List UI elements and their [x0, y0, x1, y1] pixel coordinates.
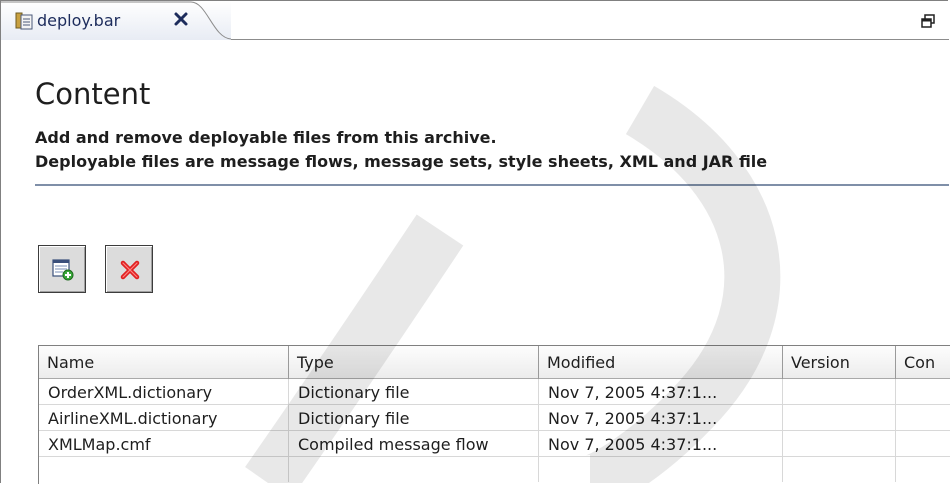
column-header-modified[interactable]: Modified: [539, 346, 783, 379]
cell-version[interactable]: [783, 431, 896, 456]
editor-tab-bar: deploy.bar: [1, 1, 949, 40]
cell-empty: [289, 457, 539, 482]
cell-empty: [39, 457, 289, 482]
table-row[interactable]: XMLMap.cmf Compiled message flow Nov 7, …: [39, 431, 950, 457]
archive-file-icon: [15, 12, 33, 30]
close-icon[interactable]: [173, 11, 189, 27]
table-row[interactable]: OrderXML.dictionary Dictionary file Nov …: [39, 379, 950, 405]
editor-frame: deploy.bar Content Add and remove deploy…: [0, 0, 950, 484]
cell-empty: [896, 457, 950, 482]
description-line-1: Add and remove deployable files from thi…: [35, 128, 497, 147]
cell-comment[interactable]: [896, 431, 950, 456]
cell-modified: Nov 7, 2005 4:37:1...: [539, 431, 783, 456]
deployable-files-table: Name Type Modified Version Con OrderXML.…: [38, 345, 950, 484]
remove-button[interactable]: [105, 245, 153, 293]
cell-modified: Nov 7, 2005 4:37:1...: [539, 379, 783, 404]
table-row-empty: [39, 457, 950, 483]
column-header-type[interactable]: Type: [289, 346, 539, 379]
column-header-comment[interactable]: Con: [896, 346, 950, 379]
column-header-name[interactable]: Name: [39, 346, 289, 379]
section-separator: [35, 184, 949, 186]
cell-modified: Nov 7, 2005 4:37:1...: [539, 405, 783, 430]
cell-type: Compiled message flow: [289, 431, 539, 456]
table-row[interactable]: AirlineXML.dictionary Dictionary file No…: [39, 405, 950, 431]
page-title: Content: [35, 77, 151, 111]
cell-name: AirlineXML.dictionary: [39, 405, 289, 430]
cell-version[interactable]: [783, 405, 896, 430]
tab-deploy-bar[interactable]: deploy.bar: [1, 1, 232, 40]
cell-empty: [783, 457, 896, 482]
cell-name: XMLMap.cmf: [39, 431, 289, 456]
cell-name: OrderXML.dictionary: [39, 379, 289, 404]
cell-type: Dictionary file: [289, 405, 539, 430]
cell-version[interactable]: [783, 379, 896, 404]
cell-empty: [539, 457, 783, 482]
cell-type: Dictionary file: [289, 379, 539, 404]
add-file-button[interactable]: [38, 245, 86, 293]
cell-comment[interactable]: [896, 379, 950, 404]
tab-title: deploy.bar: [37, 11, 121, 30]
description-line-2: Deployable files are message flows, mess…: [35, 152, 768, 171]
cell-comment[interactable]: [896, 405, 950, 430]
remove-icon: [120, 260, 140, 280]
add-file-icon: [52, 259, 74, 281]
column-header-version[interactable]: Version: [783, 346, 896, 379]
restore-view-icon[interactable]: [921, 13, 935, 28]
table-header: Name Type Modified Version Con: [39, 346, 950, 379]
